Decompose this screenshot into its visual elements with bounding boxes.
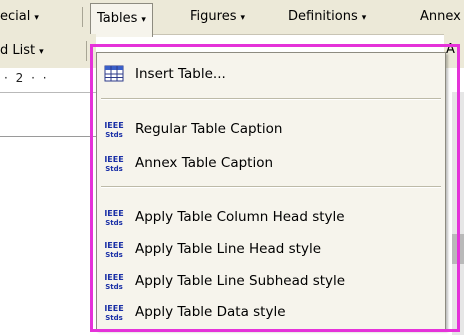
- menu-item-apply-line-subhead-style[interactable]: IEEE Stds Apply Table Line Subhead style: [97, 267, 445, 295]
- chevron-down-icon: ▾: [34, 13, 39, 23]
- toolbar-fragment: A: [446, 42, 455, 57]
- tables-dropdown-menu: Insert Table... IEEE Stds Regular Table …: [96, 52, 446, 330]
- ieee-stds-icon: IEEE Stds: [104, 304, 123, 322]
- menu-separator: [101, 186, 441, 188]
- menu-annex-label: Annex: [420, 9, 461, 24]
- menu-tables-label: Tables: [97, 11, 138, 26]
- menu-annex[interactable]: Annex: [420, 0, 461, 34]
- table-grid-icon: [104, 65, 124, 82]
- style-toolbar: d List ▾: [0, 34, 96, 69]
- menu-bar: ecial ▾ Tables ▾ Figures ▾ Definitions ▾ Ann…: [0, 0, 464, 37]
- menu-item-apply-data-style[interactable]: IEEE Stds Apply Table Data style: [97, 298, 445, 326]
- svg-text:Stds: Stds: [105, 165, 123, 173]
- list-dropdown-label: d List: [0, 43, 36, 58]
- menu-item-annex-table-caption[interactable]: IEEE Stds Annex Table Caption: [97, 149, 445, 177]
- menu-separator: [82, 7, 83, 27]
- menu-definitions[interactable]: Definitions ▾: [288, 0, 366, 34]
- menu-item-label: Insert Table...: [135, 66, 226, 82]
- ieee-stds-icon: IEEE Stds: [104, 273, 123, 291]
- list-dropdown[interactable]: d List ▾: [0, 34, 44, 69]
- menu-item-label: Apply Table Line Subhead style: [135, 273, 346, 289]
- svg-text:IEEE: IEEE: [104, 209, 123, 218]
- menu-figures[interactable]: Figures ▾: [190, 0, 245, 34]
- chevron-down-icon: ▾: [39, 47, 44, 57]
- menu-tables[interactable]: Tables ▾: [90, 3, 153, 37]
- menu-definitions-label: Definitions: [288, 9, 358, 24]
- svg-text:Stds: Stds: [105, 251, 123, 259]
- scrollbar-thumb[interactable]: [452, 234, 464, 264]
- svg-text:Stds: Stds: [105, 283, 123, 291]
- menu-item-label: Apply Table Line Head style: [135, 241, 321, 257]
- menu-item-apply-column-head-style[interactable]: IEEE Stds Apply Table Column Head style: [97, 203, 445, 231]
- svg-text:IEEE: IEEE: [104, 155, 123, 164]
- menu-special-label: ecial: [0, 9, 31, 24]
- svg-text:Stds: Stds: [105, 314, 123, 322]
- toolbar-separator: [86, 41, 87, 61]
- ieee-stds-icon: IEEE Stds: [104, 121, 123, 139]
- svg-text:Stds: Stds: [105, 131, 123, 139]
- svg-text:IEEE: IEEE: [104, 304, 123, 313]
- svg-text:IEEE: IEEE: [104, 241, 123, 250]
- menu-item-apply-line-head-style[interactable]: IEEE Stds Apply Table Line Head style: [97, 235, 445, 263]
- menu-special[interactable]: ecial ▾: [0, 0, 39, 34]
- chevron-down-icon: ▾: [240, 13, 245, 23]
- ieee-stds-icon: IEEE Stds: [104, 155, 123, 173]
- menu-item-insert-table[interactable]: Insert Table...: [97, 60, 445, 88]
- menu-item-label: Apply Table Data style: [135, 304, 286, 320]
- menu-figures-label: Figures: [190, 9, 237, 24]
- document-area: [0, 93, 96, 335]
- ruler-marks: · 2 · ·: [4, 71, 49, 85]
- menu-item-label: Annex Table Caption: [135, 155, 274, 171]
- toolbar-right-strip: A: [444, 34, 464, 68]
- chevron-down-icon: ▾: [141, 15, 146, 25]
- svg-text:IEEE: IEEE: [104, 121, 123, 130]
- chevron-down-icon: ▾: [361, 13, 367, 23]
- scrollbar[interactable]: [452, 92, 464, 335]
- menu-separator: [101, 98, 441, 100]
- svg-text:IEEE: IEEE: [104, 273, 123, 282]
- ieee-stds-icon: IEEE Stds: [104, 209, 123, 227]
- menu-item-regular-table-caption[interactable]: IEEE Stds Regular Table Caption: [97, 115, 445, 143]
- svg-text:Stds: Stds: [105, 219, 123, 227]
- ieee-stds-icon: IEEE Stds: [104, 241, 123, 259]
- ruler: · 2 · ·: [0, 68, 96, 93]
- menu-item-label: Apply Table Column Head style: [135, 209, 345, 225]
- menu-item-label: Regular Table Caption: [135, 121, 283, 137]
- document-divider: [0, 136, 96, 137]
